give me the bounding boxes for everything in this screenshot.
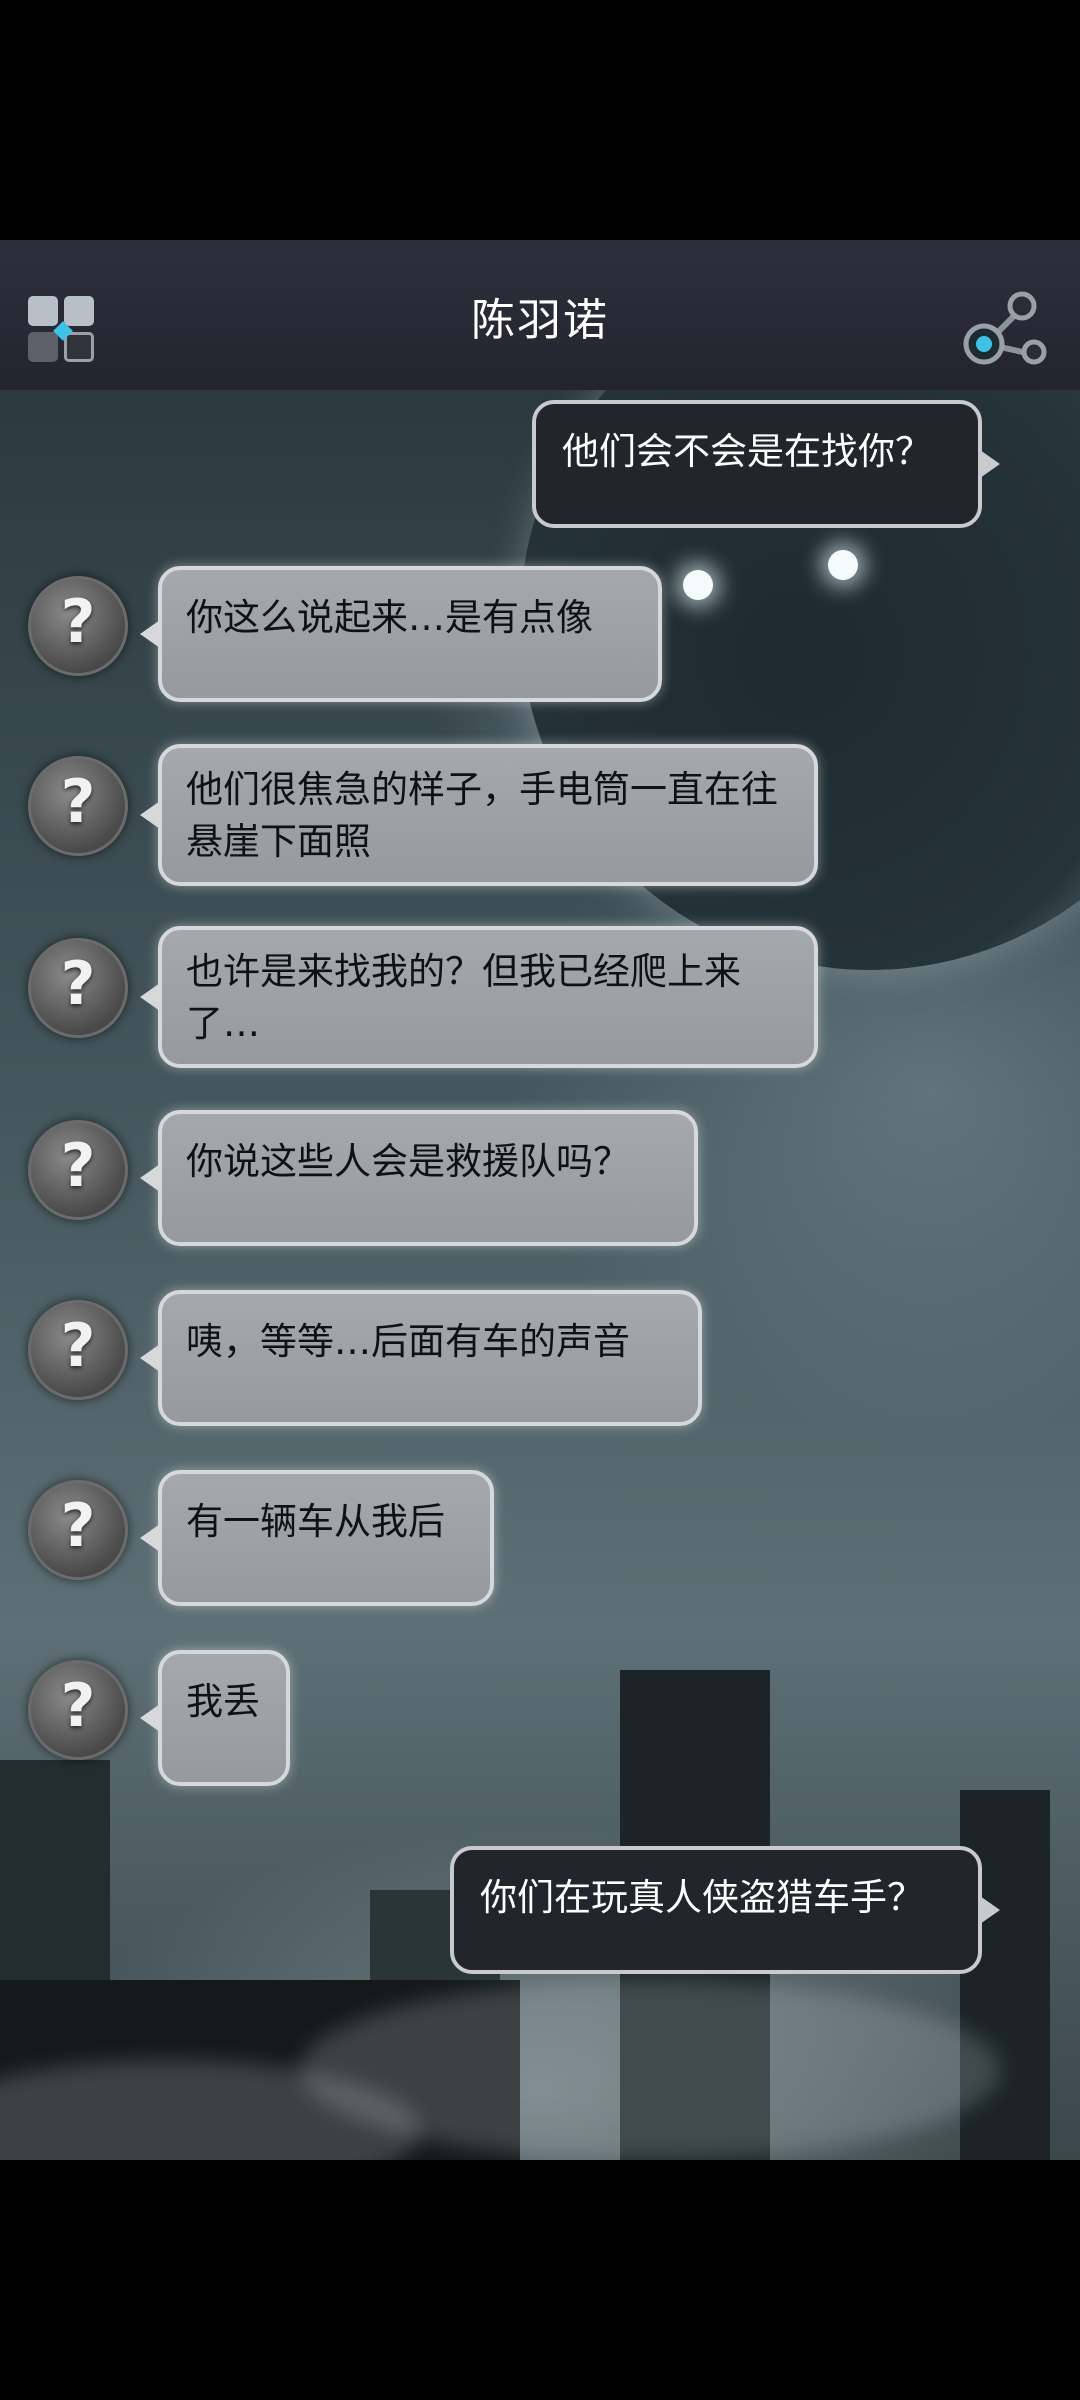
chat-header: 陈羽诺 [0,240,1080,392]
question-mark-icon: ? [60,949,96,1019]
incoming-bubble[interactable]: 有一辆车从我后 [140,1470,494,1606]
incoming-bubble[interactable]: 我丢 [140,1650,290,1786]
outgoing-bubble[interactable]: 他们会不会是在找你？ [532,400,1000,528]
chat-area[interactable]: 他们会不会是在找你？ ? 你这么说起来…是有点像 ? 他们很焦急的样子，手电筒一… [0,390,1080,2160]
unknown-avatar[interactable]: ? [28,576,128,676]
navigation-area [0,2160,1080,2400]
share-nodes-icon[interactable] [962,288,1052,372]
unknown-avatar[interactable]: ? [28,1660,128,1760]
phone-screen: 陈羽诺 他们会不会是在找你？ ? 你这么说起来…是有点像 ? 他们很焦急的样子，… [0,0,1080,2400]
unknown-avatar[interactable]: ? [28,1120,128,1220]
question-mark-icon: ? [60,1311,96,1381]
tower [960,1790,1050,2160]
incoming-bubble[interactable]: 也许是来找我的？但我已经爬上来了… [140,926,818,1068]
question-mark-icon: ? [60,1491,96,1561]
question-mark-icon: ? [60,1671,96,1741]
incoming-bubble[interactable]: 咦，等等…后面有车的声音 [140,1290,702,1426]
incoming-bubble[interactable]: 他们很焦急的样子，手电筒一直在往悬崖下面照 [140,744,818,886]
question-mark-icon: ? [60,1131,96,1201]
unknown-avatar[interactable]: ? [28,756,128,856]
incoming-bubble[interactable]: 你说这些人会是救援队吗？ [140,1110,698,1246]
unknown-avatar[interactable]: ? [28,1300,128,1400]
searchlight [683,570,713,600]
searchlight [828,550,858,580]
incoming-bubble[interactable]: 你这么说起来…是有点像 [140,566,662,702]
unknown-avatar[interactable]: ? [28,938,128,1038]
question-mark-icon: ? [60,767,96,837]
status-area [0,0,1080,240]
outgoing-bubble[interactable]: 你们在玩真人侠盗猎车手？ [450,1846,1000,1974]
unknown-avatar[interactable]: ? [28,1480,128,1580]
question-mark-icon: ? [60,587,96,657]
contact-name: 陈羽诺 [471,295,609,346]
